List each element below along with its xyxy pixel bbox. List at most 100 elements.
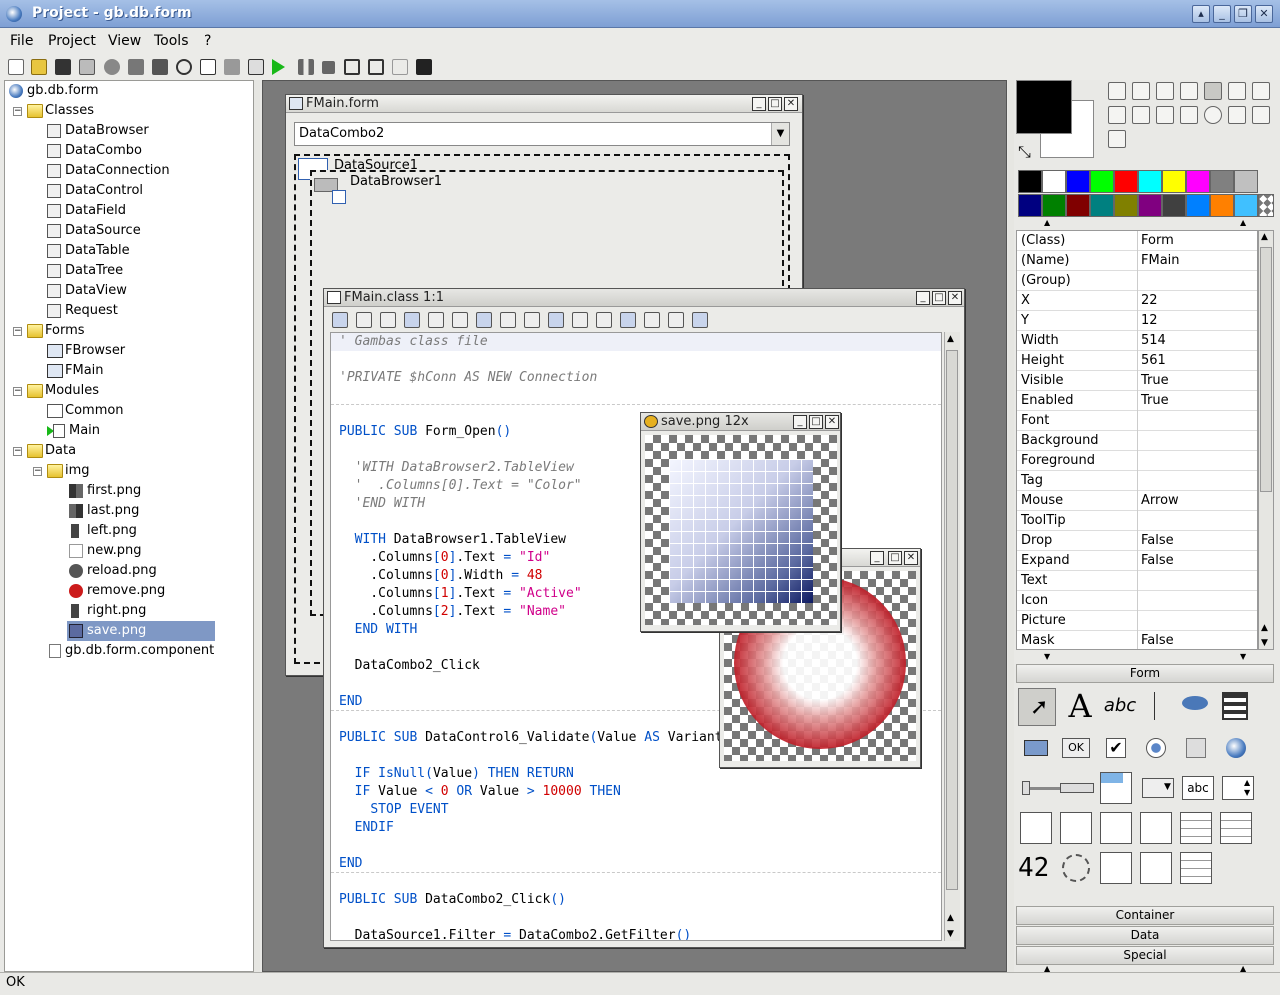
- toolbox-tab-form[interactable]: Form: [1016, 664, 1274, 683]
- foreground-color-well[interactable]: [1016, 80, 1072, 134]
- palette-swatch[interactable]: [1138, 194, 1162, 217]
- code-line[interactable]: 'WITH DataBrowser2.TableView: [339, 459, 574, 477]
- toolbox-tab-data[interactable]: Data: [1016, 926, 1274, 945]
- palette-swatch[interactable]: [1210, 170, 1234, 193]
- code-window-titlebar[interactable]: FMain.class 1:1 _ □ ✕: [324, 289, 964, 307]
- scroll-down-icon[interactable]: ▼: [1261, 638, 1268, 648]
- fish-tool[interactable]: [1176, 688, 1212, 724]
- palette-swatch[interactable]: [1234, 170, 1258, 193]
- property-row[interactable]: X 22: [1017, 291, 1257, 311]
- scroll-up-icon-2[interactable]: ▲: [947, 913, 954, 923]
- property-row[interactable]: (Class) Form: [1017, 231, 1257, 251]
- scroll-up-icon[interactable]: ▲: [947, 334, 954, 344]
- property-value[interactable]: Arrow: [1141, 491, 1179, 511]
- scroll-up-icon[interactable]: ▲: [1261, 232, 1268, 242]
- property-value[interactable]: False: [1141, 631, 1174, 649]
- code-maximize-button[interactable]: □: [932, 291, 946, 305]
- image-maximize-button[interactable]: □: [809, 415, 823, 429]
- scroll-thumb[interactable]: [946, 350, 958, 890]
- spinbox-tool[interactable]: ▲ ▼: [1220, 770, 1256, 806]
- code-line[interactable]: ' Gambas class file: [339, 333, 488, 351]
- code-line[interactable]: END: [339, 693, 362, 711]
- scroll-down-icon-2[interactable]: ▼: [1240, 652, 1246, 661]
- columnview-tool[interactable]: [1218, 810, 1254, 846]
- collapse-classes-toggle[interactable]: −: [13, 107, 22, 116]
- property-value[interactable]: 561: [1141, 351, 1166, 371]
- palette-swatch[interactable]: [1114, 170, 1138, 193]
- textlabel-tool[interactable]: abc: [1098, 688, 1142, 724]
- class-view-icon[interactable]: [380, 312, 396, 328]
- button-tool[interactable]: OK: [1058, 730, 1094, 766]
- palette-swatch[interactable]: [1186, 194, 1210, 217]
- indent-icon[interactable]: [524, 312, 540, 328]
- property-value[interactable]: 514: [1141, 331, 1166, 351]
- property-row[interactable]: (Group): [1017, 271, 1257, 291]
- code-line[interactable]: .Columns[2].Text = "Name": [339, 603, 566, 621]
- code-line[interactable]: STOP EVENT: [339, 801, 448, 819]
- property-value[interactable]: True: [1141, 371, 1169, 391]
- image-back-close-button[interactable]: ✕: [904, 551, 918, 565]
- toolbox-tab-special[interactable]: Special: [1016, 946, 1274, 965]
- form-window-titlebar[interactable]: FMain.form _ □ ✕: [286, 95, 802, 113]
- image-close-button[interactable]: ✕: [825, 415, 839, 429]
- form-maximize-button[interactable]: □: [768, 97, 782, 111]
- image-window-titlebar[interactable]: save.png 12x _ □ ✕: [641, 413, 840, 431]
- code-vertical-scrollbar[interactable]: ▲ ▲ ▼: [944, 332, 960, 941]
- save-icon[interactable]: [1108, 82, 1126, 100]
- uncomment-icon[interactable]: [596, 312, 612, 328]
- palette-swatch[interactable]: [1018, 170, 1042, 193]
- open-folder-icon[interactable]: [31, 59, 47, 75]
- windows-icon[interactable]: [248, 59, 264, 75]
- globe-tool[interactable]: [1218, 730, 1254, 766]
- property-value[interactable]: 12: [1141, 311, 1158, 331]
- textbox-tool[interactable]: abc: [1180, 770, 1216, 806]
- combobox-tool[interactable]: ▼: [1140, 770, 1176, 806]
- code-line[interactable]: IF IsNull(Value) THEN RETURN: [339, 765, 574, 783]
- resize-icon[interactable]: [1108, 130, 1126, 148]
- menu-project[interactable]: Project: [48, 33, 96, 49]
- code-line[interactable]: END: [339, 855, 362, 873]
- left-splitter[interactable]: [254, 80, 260, 972]
- checkbox-tool[interactable]: ✔: [1098, 730, 1134, 766]
- image-minimize-button[interactable]: _: [793, 415, 807, 429]
- grid-icon[interactable]: [224, 59, 240, 75]
- movie-tool[interactable]: [1216, 688, 1252, 724]
- stop-icon[interactable]: [322, 61, 335, 74]
- rectangle-icon[interactable]: [1180, 106, 1198, 124]
- swap-colors-icon[interactable]: ⤡: [1018, 142, 1031, 162]
- gridview-tool[interactable]: [1178, 810, 1214, 846]
- find-icon[interactable]: [176, 59, 192, 75]
- separator-tool[interactable]: [1154, 692, 1155, 720]
- collapse-data-toggle[interactable]: −: [13, 447, 22, 456]
- palette-swatch[interactable]: [1138, 170, 1162, 193]
- stamp-icon[interactable]: [1252, 106, 1270, 124]
- close-button[interactable]: ✕: [1255, 5, 1273, 23]
- textarea-tool[interactable]: [1018, 810, 1054, 846]
- property-value[interactable]: True: [1141, 391, 1169, 411]
- ellipse-icon[interactable]: [1204, 106, 1222, 124]
- run-icon[interactable]: [272, 59, 285, 75]
- scroll-thumb[interactable]: [1260, 247, 1272, 492]
- image-back-maximize-button[interactable]: □: [888, 551, 902, 565]
- cut-icon[interactable]: [404, 312, 420, 328]
- property-row[interactable]: Tag: [1017, 471, 1257, 491]
- select-hand-icon[interactable]: [1204, 82, 1222, 100]
- property-row[interactable]: Width 514: [1017, 331, 1257, 351]
- label-tool[interactable]: A: [1062, 688, 1098, 724]
- code-line[interactable]: 'END WITH: [339, 495, 425, 513]
- code-line[interactable]: WITH DataBrowser1.TableView: [339, 531, 566, 549]
- line-icon[interactable]: [1156, 106, 1174, 124]
- code-line[interactable]: 'PRIVATE $hConn AS NEW Connection: [339, 369, 597, 387]
- palette-swatch[interactable]: [1114, 194, 1138, 217]
- collapse-modules-toggle[interactable]: −: [13, 387, 22, 396]
- property-row[interactable]: Icon: [1017, 591, 1257, 611]
- property-row[interactable]: Visible True: [1017, 371, 1257, 391]
- property-row[interactable]: Picture: [1017, 611, 1257, 631]
- reload-icon[interactable]: [356, 312, 372, 328]
- find-icon[interactable]: [620, 312, 636, 328]
- right-splitter[interactable]: [1008, 80, 1014, 972]
- tree-item-image[interactable]: save.png: [67, 621, 215, 641]
- property-value[interactable]: False: [1141, 551, 1174, 571]
- save-all-icon[interactable]: [55, 59, 71, 75]
- undo-icon[interactable]: [1132, 82, 1150, 100]
